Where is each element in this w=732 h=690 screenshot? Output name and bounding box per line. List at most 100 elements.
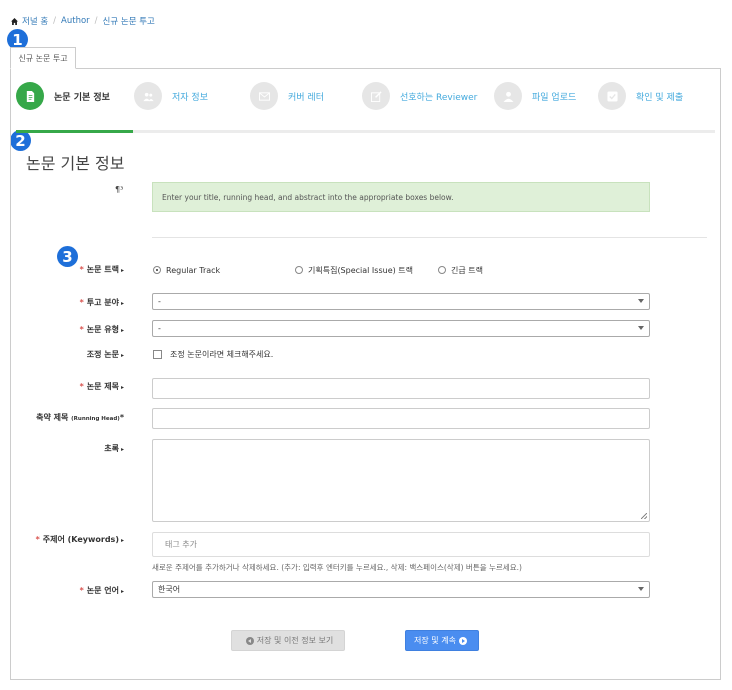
breadcrumb: 저널 홈 / Author / 신규 논문 투고 [11,15,155,27]
radio-label: Regular Track [166,265,221,275]
caret-right-icon: ▸ [120,384,124,391]
radio-regular-track[interactable]: Regular Track [153,264,220,276]
title-label-text: 논문 제목 [86,382,119,391]
running-head-label-text: 축약 제목 [36,413,69,422]
save-and-previous-label: 저장 및 이전 정보 보기 [256,636,334,645]
abstract-label-text: 초록 [104,444,119,453]
users-icon [134,82,162,110]
chevron-down-icon [638,587,644,591]
field-label: * 투고 분야 ▸ [80,297,124,308]
required-marker: * [79,298,84,307]
step-label: 확인 및 제출 [636,92,684,103]
arrow-left-circle-icon [245,636,254,645]
radio-label: 기획특집(Special Issue) 트랙 [308,265,413,275]
radio-button[interactable] [295,266,303,274]
breadcrumb-current: 신규 논문 투고 [102,17,155,27]
step-preferred-reviewer[interactable]: 선호하는 Reviewer [362,82,477,110]
save-and-continue-button[interactable]: 저장 및 계속 [405,630,479,651]
divider [152,237,707,238]
step-label: 커버 레터 [288,92,324,103]
type-label-text: 논문 유형 [86,325,119,334]
keywords-label-text: 주제어 (Keywords) [42,535,119,544]
edit-icon [362,82,390,110]
step-progress-bar [16,130,715,133]
step-label: 논문 기본 정보 [54,92,110,103]
running-head-label: 축약 제목 (Running Head)* [36,412,124,423]
chevron-down-icon [638,326,644,330]
radio-urgent-track[interactable]: 긴급 트랙 [438,264,483,276]
revised-label: 조정 논문 ▸ [87,349,124,360]
language-select-value: 한국어 [158,585,181,594]
home-icon [11,17,18,25]
user-upload-icon [494,82,522,110]
breadcrumb-author-link[interactable]: Author [61,16,90,26]
radio-special-issue-track[interactable]: 기획특집(Special Issue) 트랙 [295,264,413,276]
caret-right-icon: ▸ [120,352,124,359]
step-confirm-submit[interactable]: 확인 및 제출 [598,82,683,110]
step-file-upload[interactable]: 파일 업로드 [494,82,576,110]
save-and-continue-label: 저장 및 계속 [414,636,456,645]
step-label: 저자 정보 [172,92,208,103]
revised-checkbox[interactable] [153,350,162,359]
step-label: 선호하는 Reviewer [400,92,478,103]
language-label-text: 논문 언어 [86,586,119,595]
caret-right-icon: ▸ [120,300,124,307]
resize-grip-icon[interactable] [641,513,647,519]
chevron-down-icon [638,299,644,303]
title-label: * 논문 제목 ▸ [80,381,124,392]
type-select-value: - [158,324,161,333]
field-select-value: - [158,297,161,306]
running-head-sub: (Running Head) [71,416,120,422]
abstract-label: 초록 ▸ [104,443,124,454]
required-marker: * [79,586,84,595]
breadcrumb-separator: / [94,16,98,26]
caret-right-icon: ▸ [120,327,124,334]
required-marker: * [79,325,84,334]
step-author-info[interactable]: 저자 정보 [134,82,208,110]
revised-checkbox-label: 조정 논문이라면 체크해주세요. [170,350,274,359]
step-cover-letter[interactable]: 커버 레터 [250,82,324,110]
caret-right-icon: ▸ [120,537,124,544]
section-title: 논문 기본 정보 [26,154,125,173]
keywords-help-text: 새로운 주제어를 추가하거나 삭제하세요. (추가: 입력후 엔터키를 누르세요… [152,563,522,572]
type-label: * 논문 유형 ▸ [80,324,124,335]
info-icon: ¶³ [115,185,124,194]
step-basic-info[interactable]: 논문 기본 정보 [16,82,110,110]
track-label-text: 논문 트랙 [86,265,119,274]
caret-right-icon: ▸ [120,446,124,453]
step-progress-fill [16,130,133,133]
save-and-previous-button[interactable]: 저장 및 이전 정보 보기 [231,630,345,651]
keywords-label: * 주제어 (Keywords) ▸ [36,534,124,545]
required-marker: * [79,382,84,391]
language-label: * 논문 언어 ▸ [80,585,124,596]
breadcrumb-home-link[interactable]: 저널 홈 [22,15,48,27]
tab-new-submission[interactable]: 신규 논문 투고 [10,47,76,69]
required-marker: * [119,413,124,422]
required-marker: * [79,265,84,274]
type-select[interactable]: - [152,320,650,337]
instruction-alert: Enter your title, running head, and abst… [152,182,650,212]
revised-checkbox-row[interactable]: 조정 논문이라면 체크해주세요. [153,349,273,360]
title-input[interactable] [152,378,650,399]
caret-right-icon: ▸ [120,267,124,274]
step-label: 파일 업로드 [532,92,577,103]
caret-right-icon: ▸ [120,588,124,595]
radio-button[interactable] [438,266,446,274]
arrow-right-circle-icon [458,636,467,645]
breadcrumb-separator: / [53,16,57,26]
keywords-tag-input[interactable]: 태그 추가 [152,532,650,557]
check-square-icon [598,82,626,110]
field-label-text: 투고 분야 [86,298,119,307]
field-select[interactable]: - [152,293,650,310]
abstract-textarea[interactable] [152,439,650,522]
required-marker: * [35,535,40,544]
radio-button[interactable] [153,266,161,274]
step-wizard: 논문 기본 정보 저자 정보 커버 레터 선호하는 Reviewer 파일 업로… [16,82,716,112]
revised-label-text: 조정 논문 [86,350,119,359]
document-icon [16,82,44,110]
language-select[interactable]: 한국어 [152,581,650,598]
envelope-icon [250,82,278,110]
track-label: * 논문 트랙 ▸ [80,264,124,275]
radio-label: 긴급 트랙 [451,265,483,275]
running-head-input[interactable] [152,408,650,429]
